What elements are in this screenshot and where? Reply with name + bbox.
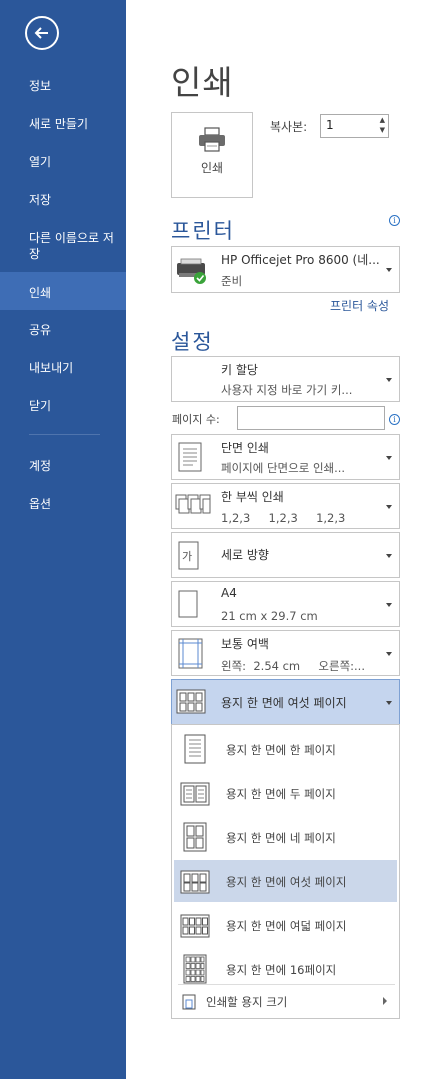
printer-info-icon[interactable]: i (389, 215, 400, 226)
printer-properties-link[interactable]: 프린터 속성 (330, 297, 389, 314)
menu-item-four-pages[interactable]: 용지 한 면에 네 페이지 (174, 816, 397, 858)
chevron-down-icon (386, 652, 392, 656)
svg-text:가: 가 (182, 550, 192, 563)
menu-item-scale-to-paper-size[interactable]: 인쇄할 용지 크기 (174, 989, 397, 1015)
orientation-dropdown[interactable]: 가 세로 방향 (171, 532, 400, 578)
chevron-down-icon (386, 456, 392, 460)
pages-input[interactable] (237, 406, 385, 430)
nav-export[interactable]: 내보내기 (0, 360, 126, 376)
six-pages-per-sheet-icon (180, 870, 210, 894)
dropdown-title: 용지 한 면에 여섯 페이지 (221, 696, 347, 710)
stepper-up-icon[interactable]: ▲ (380, 116, 385, 124)
dropdown-title: 세로 방향 (221, 548, 269, 562)
dropdown-title: 단면 인쇄 (221, 441, 269, 455)
chevron-down-icon (386, 701, 392, 705)
dropdown-title: 한 부씩 인쇄 (221, 490, 284, 504)
portrait-orientation-icon: 가 (178, 541, 199, 570)
chevron-down-icon (386, 378, 392, 382)
menu-item-six-pages[interactable]: 용지 한 면에 여섯 페이지 (174, 860, 397, 902)
four-pages-per-sheet-icon (183, 822, 207, 852)
nav-divider (29, 434, 100, 435)
chevron-down-icon (386, 603, 392, 607)
menu-item-one-page[interactable]: 용지 한 면에 한 페이지 (174, 728, 397, 770)
dropdown-title: 보통 여백 (221, 637, 269, 651)
sixteen-pages-per-sheet-icon (183, 954, 207, 984)
settings-section-title: 설정 (171, 330, 214, 354)
dropdown-subtitle: 왼쪽: 2.54 cm 오른쪽:... (221, 659, 365, 673)
eight-pages-per-sheet-icon (180, 914, 210, 938)
duplex-dropdown[interactable]: 단면 인쇄 페이지에 단면으로 인쇄... (171, 434, 400, 480)
dropdown-title: 키 할당 (221, 363, 258, 377)
menu-item-label: 용지 한 면에 두 페이지 (226, 787, 336, 801)
menu-item-label: 용지 한 면에 여덟 페이지 (226, 919, 347, 933)
nav-save-as[interactable]: 다른 이름으로 저장 (0, 230, 120, 262)
dropdown-subtitle: 사용자 지정 바로 가기 키... (221, 383, 353, 397)
dropdown-subtitle: 1,2,3 1,2,3 1,2,3 (221, 511, 346, 525)
nav-open[interactable]: 열기 (0, 154, 126, 170)
single-sided-icon (178, 442, 202, 472)
back-arrow-icon (34, 27, 48, 39)
stepper-down-icon[interactable]: ▼ (380, 126, 385, 134)
dropdown-title: A4 (221, 586, 237, 600)
chevron-down-icon (386, 554, 392, 558)
pages-label: 페이지 수: (172, 413, 220, 426)
nav-print[interactable]: 인쇄 (0, 272, 126, 310)
menu-divider (178, 984, 395, 985)
printer-section-title: 프린터 (171, 219, 235, 243)
nav-new[interactable]: 새로 만들기 (0, 116, 126, 132)
nav-options[interactable]: 옵션 (0, 496, 126, 512)
menu-item-eight-pages[interactable]: 용지 한 면에 여덟 페이지 (174, 904, 397, 946)
menu-item-two-pages[interactable]: 용지 한 면에 두 페이지 (174, 772, 397, 814)
back-button[interactable] (25, 16, 59, 50)
collate-dropdown[interactable]: 한 부씩 인쇄 1,2,3 1,2,3 1,2,3 (171, 483, 400, 529)
menu-item-label: 용지 한 면에 한 페이지 (226, 743, 336, 757)
menu-item-label: 용지 한 면에 네 페이지 (226, 831, 336, 845)
chevron-down-icon (386, 505, 392, 509)
submenu-arrow-icon (383, 997, 387, 1005)
nav-save[interactable]: 저장 (0, 192, 126, 208)
printer-icon (199, 127, 225, 152)
pages-info-icon[interactable]: i (389, 414, 400, 425)
menu-item-label: 용지 한 면에 여섯 페이지 (226, 875, 347, 889)
printer-device-icon (177, 258, 206, 284)
menu-item-label: 인쇄할 용지 크기 (206, 995, 288, 1009)
scale-to-paper-icon (182, 994, 196, 1010)
nav-account[interactable]: 계정 (0, 458, 126, 474)
paper-size-icon (178, 590, 198, 618)
menu-item-label: 용지 한 면에 16페이지 (226, 963, 337, 977)
copies-label: 복사본: (270, 120, 308, 134)
one-page-per-sheet-icon (184, 734, 206, 764)
pages-per-sheet-dropdown[interactable]: 용지 한 면에 여섯 페이지 (171, 679, 400, 725)
dropdown-subtitle: 페이지에 단면으로 인쇄... (221, 461, 346, 475)
printer-dropdown[interactable]: HP Officejet Pro 8600 (네... 준비 (171, 246, 400, 293)
print-button[interactable]: 인쇄 (171, 112, 253, 198)
pages-per-sheet-menu: 용지 한 면에 한 페이지 용지 한 면에 두 페이지 용지 한 면에 네 페이… (171, 724, 400, 1019)
copies-value: 1 (326, 118, 334, 132)
nav-share[interactable]: 공유 (0, 322, 126, 338)
two-pages-per-sheet-icon (180, 782, 210, 806)
page-title: 인쇄 (171, 63, 234, 102)
printer-name: HP Officejet Pro 8600 (네... (221, 253, 380, 267)
dropdown-subtitle: 21 cm x 29.7 cm (221, 609, 318, 623)
printer-status: 준비 (221, 274, 243, 288)
copies-stepper[interactable]: 1 ▲ ▼ (320, 114, 389, 138)
six-pages-per-sheet-icon (176, 689, 206, 714)
margins-dropdown[interactable]: 보통 여백 왼쪽: 2.54 cm 오른쪽:... (171, 630, 400, 676)
chevron-down-icon (386, 268, 392, 272)
paper-size-dropdown[interactable]: A4 21 cm x 29.7 cm (171, 581, 400, 627)
key-assignment-dropdown[interactable]: 키 할당 사용자 지정 바로 가기 키... (171, 356, 400, 402)
print-button-label: 인쇄 (200, 161, 224, 175)
backstage-sidebar: 정보 새로 만들기 열기 저장 다른 이름으로 저장 인쇄 공유 내보내기 닫기… (0, 0, 126, 1079)
collated-icon (175, 494, 211, 514)
nav-info[interactable]: 정보 (0, 78, 126, 94)
margins-icon (178, 638, 203, 669)
nav-close[interactable]: 닫기 (0, 398, 126, 414)
